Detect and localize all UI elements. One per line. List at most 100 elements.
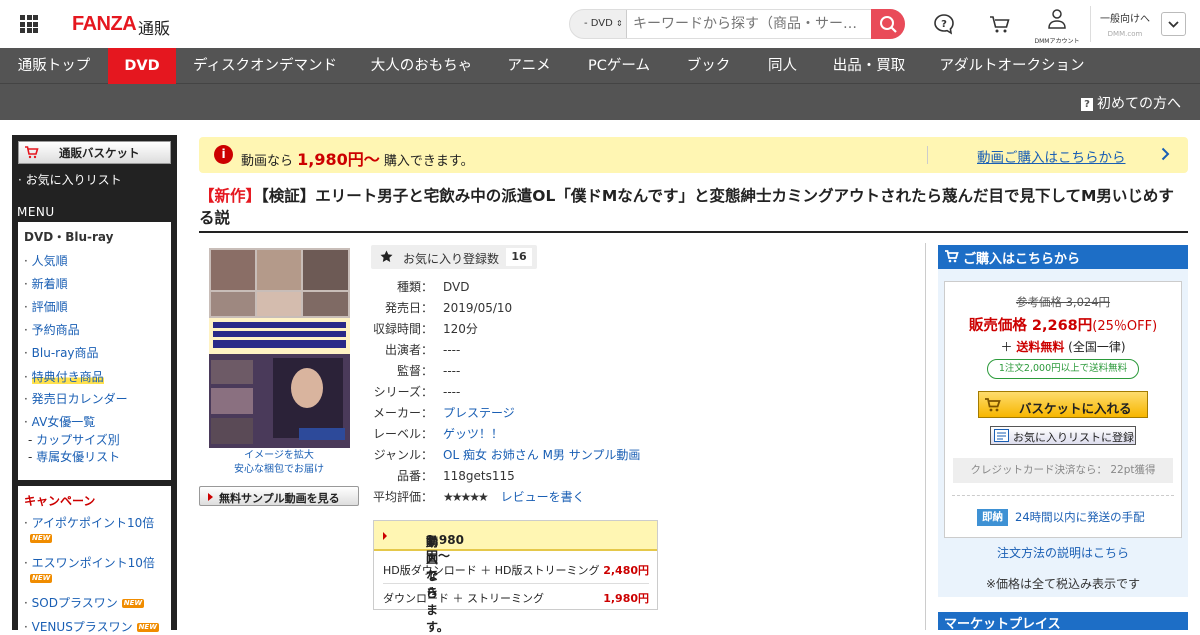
apps-grid-icon[interactable] bbox=[20, 15, 38, 33]
free-sample-button[interactable]: 無料サンプル動画を見る bbox=[199, 486, 359, 506]
chevron-down-icon bbox=[1168, 21, 1179, 28]
nav-item[interactable]: 通販トップ bbox=[0, 48, 108, 84]
sidebar-menu-item[interactable]: 人気順 bbox=[24, 252, 68, 269]
nav-item[interactable]: 大人のおもちゃ bbox=[354, 48, 489, 84]
basket-button[interactable]: 通販バスケット bbox=[18, 141, 171, 164]
tax-note: ※価格は全て税込み表示です bbox=[985, 577, 1141, 591]
play-icon bbox=[208, 493, 213, 501]
nav-item[interactable]: DVD bbox=[108, 48, 176, 84]
new-badge: NEW bbox=[30, 574, 53, 583]
campaign-item[interactable]: アイポケポイント10倍NEW bbox=[24, 516, 154, 546]
detail-row: 収録時間： 120分 bbox=[373, 322, 478, 336]
general-dropdown-button[interactable] bbox=[1161, 12, 1186, 36]
column-divider bbox=[925, 243, 926, 630]
product-title: 【新作】【検証】エリート男子と宅飲み中の派遣OL「僕ドMなんです」と変態紳士カミ… bbox=[199, 187, 1174, 227]
svg-text:?: ? bbox=[941, 19, 947, 30]
account-label: DMMアカウント bbox=[1034, 38, 1080, 45]
sidebar-menu-item[interactable]: Blu-ray商品 bbox=[24, 344, 99, 361]
basket-label: 通販バスケット bbox=[59, 146, 140, 160]
new-tag: 【新作】 bbox=[199, 187, 262, 205]
add-to-favorites-button[interactable]: お気に入りリストに登録 bbox=[990, 426, 1136, 445]
detail-value: ---- bbox=[443, 343, 461, 357]
detail-row: 種類： DVD bbox=[396, 280, 470, 294]
question-icon: ? bbox=[1081, 98, 1093, 111]
order-howto-link[interactable]: 注文方法の説明はこちら bbox=[944, 544, 1182, 561]
instant-ship-badge: 即納 bbox=[977, 509, 1008, 526]
user-icon bbox=[1048, 9, 1066, 29]
video-option-hd[interactable]: HD版ダウンロード ＋ HD版ストリーミング 2,480円 bbox=[383, 562, 649, 584]
general-site-link[interactable]: 一般向けへ DMM.com bbox=[1100, 10, 1150, 38]
video-option-standard[interactable]: ダウンロード ＋ ストリーミング 1,980円 bbox=[383, 590, 649, 612]
detail-row: 発売日： 2019/05/10 bbox=[384, 301, 513, 315]
detail-value[interactable]: ゲッツ！！ bbox=[443, 427, 503, 441]
instant-ship-link[interactable]: 24時間以内に発送の手配 bbox=[1015, 509, 1145, 525]
search-scope-select[interactable]: - DVD ⇕ bbox=[570, 10, 627, 38]
detail-row: ジャンル： OL 痴女 お姉さん M男 サンプル動画 bbox=[373, 448, 641, 462]
sidebar-menu-item[interactable]: 新着順 bbox=[24, 275, 68, 292]
detail-value[interactable]: OL 痴女 お姉さん M男 サンプル動画 bbox=[443, 448, 640, 462]
detail-value: ---- bbox=[443, 385, 461, 399]
sidebar-menu-item[interactable]: 予約商品 bbox=[24, 321, 80, 338]
product-image[interactable] bbox=[209, 248, 350, 448]
nav-item[interactable]: 同人 bbox=[748, 48, 817, 84]
search-icon bbox=[880, 16, 897, 33]
nav-item[interactable]: ディスクオンデマンド bbox=[176, 48, 354, 84]
shipping-info: ＋ 送料無料 (全国一律) bbox=[1000, 340, 1126, 354]
fanza-logo[interactable]: FANZA bbox=[72, 13, 137, 36]
reference-price: 参考価格 3,024円 bbox=[1015, 295, 1111, 309]
favorites-link[interactable]: · お気に入りリスト bbox=[18, 171, 122, 188]
sidebar-menu-item[interactable]: 評価順 bbox=[24, 298, 68, 315]
search-button[interactable] bbox=[871, 9, 905, 39]
nav-item[interactable]: アニメ bbox=[489, 48, 569, 84]
campaign-item[interactable]: エスワンポイント10倍NEW bbox=[24, 556, 155, 586]
menu-title: MENU bbox=[17, 205, 55, 219]
banner-divider bbox=[927, 146, 928, 164]
triangle-icon bbox=[383, 532, 387, 540]
search-input[interactable] bbox=[627, 10, 873, 38]
write-review-link[interactable]: レビューを書く bbox=[501, 490, 585, 504]
marketplace-header[interactable]: マーケットプレイス bbox=[938, 612, 1188, 632]
detail-row: 品番： 118gets115 bbox=[396, 469, 515, 483]
campaign-box: キャンペーン アイポケポイント10倍NEW エスワンポイント10倍NEW SODプラ… bbox=[18, 486, 171, 634]
campaign-item[interactable]: VENUSプラスワンNEW bbox=[24, 620, 159, 635]
cart-icon[interactable] bbox=[988, 12, 1012, 36]
detail-row: 監督： ---- bbox=[396, 364, 461, 378]
campaign-title: キャンペーン bbox=[24, 494, 96, 508]
credit-card-points: クレジットカード決済なら： 22pt獲得 bbox=[953, 458, 1173, 483]
sidebar-menu-item[interactable]: カップサイズ別 bbox=[28, 431, 120, 448]
cart-icon bbox=[945, 250, 959, 263]
sidebar-menu-item[interactable]: 発売日カレンダー bbox=[24, 390, 128, 407]
nav-item[interactable]: ブック bbox=[669, 48, 748, 84]
help-chat-icon[interactable]: ? bbox=[932, 12, 956, 36]
header-divider bbox=[1090, 6, 1091, 42]
nav-item[interactable]: アダルトオークション bbox=[921, 48, 1103, 84]
title-rule bbox=[199, 231, 1188, 233]
detail-value: 120分 bbox=[443, 322, 478, 336]
sidebar-menu-item[interactable]: AV女優一覧 bbox=[24, 413, 96, 430]
menu-heading: DVD・Blu-ray bbox=[24, 230, 114, 244]
menu-box: DVD・Blu-ray 人気順新着順評価順予約商品 Blu-ray商品特典付き商品… bbox=[18, 222, 171, 480]
image-caption[interactable]: イメージを拡大 安心な梱包でお届け bbox=[200, 449, 358, 477]
detail-value[interactable]: プレステージ bbox=[443, 406, 515, 420]
video-purchase-link[interactable]: 動画ご購入はこちらから bbox=[977, 146, 1126, 166]
chevron-right-icon[interactable] bbox=[1161, 147, 1170, 161]
logo-subtitle: 通販 bbox=[138, 19, 171, 38]
account-button[interactable]: DMMアカウント bbox=[1034, 8, 1080, 45]
add-to-basket-button[interactable]: バスケットに入れる bbox=[978, 391, 1148, 418]
detail-row: 出演者： ---- bbox=[384, 343, 461, 357]
detail-value: DVD bbox=[443, 280, 470, 294]
sidebar-menu-item[interactable]: 特典付き商品 bbox=[24, 368, 104, 385]
detail-row-rating: 平均評価： ★★★★★ レビューを書く bbox=[373, 490, 585, 504]
video-price-header[interactable]: 動画なら 1,980円～ 購入できます。 bbox=[374, 521, 657, 634]
sidebar-menu-item[interactable]: 専属女優リスト bbox=[28, 448, 120, 465]
nav-item[interactable]: PCゲーム bbox=[569, 48, 669, 84]
detail-value: 2019/05/10 bbox=[443, 301, 513, 315]
first-time-link[interactable]: ? 初めての方へ bbox=[1081, 93, 1181, 113]
campaign-item[interactable]: SODプラスワンNEW bbox=[24, 596, 145, 611]
cart-icon bbox=[985, 398, 1001, 412]
favorite-count: お気に入り登録数 16 bbox=[371, 245, 537, 269]
video-option-divider bbox=[383, 583, 649, 584]
rating-stars: ★★★★★ bbox=[443, 490, 489, 504]
dashed-divider bbox=[952, 495, 1174, 496]
nav-item[interactable]: 出品・買取 bbox=[817, 48, 921, 84]
